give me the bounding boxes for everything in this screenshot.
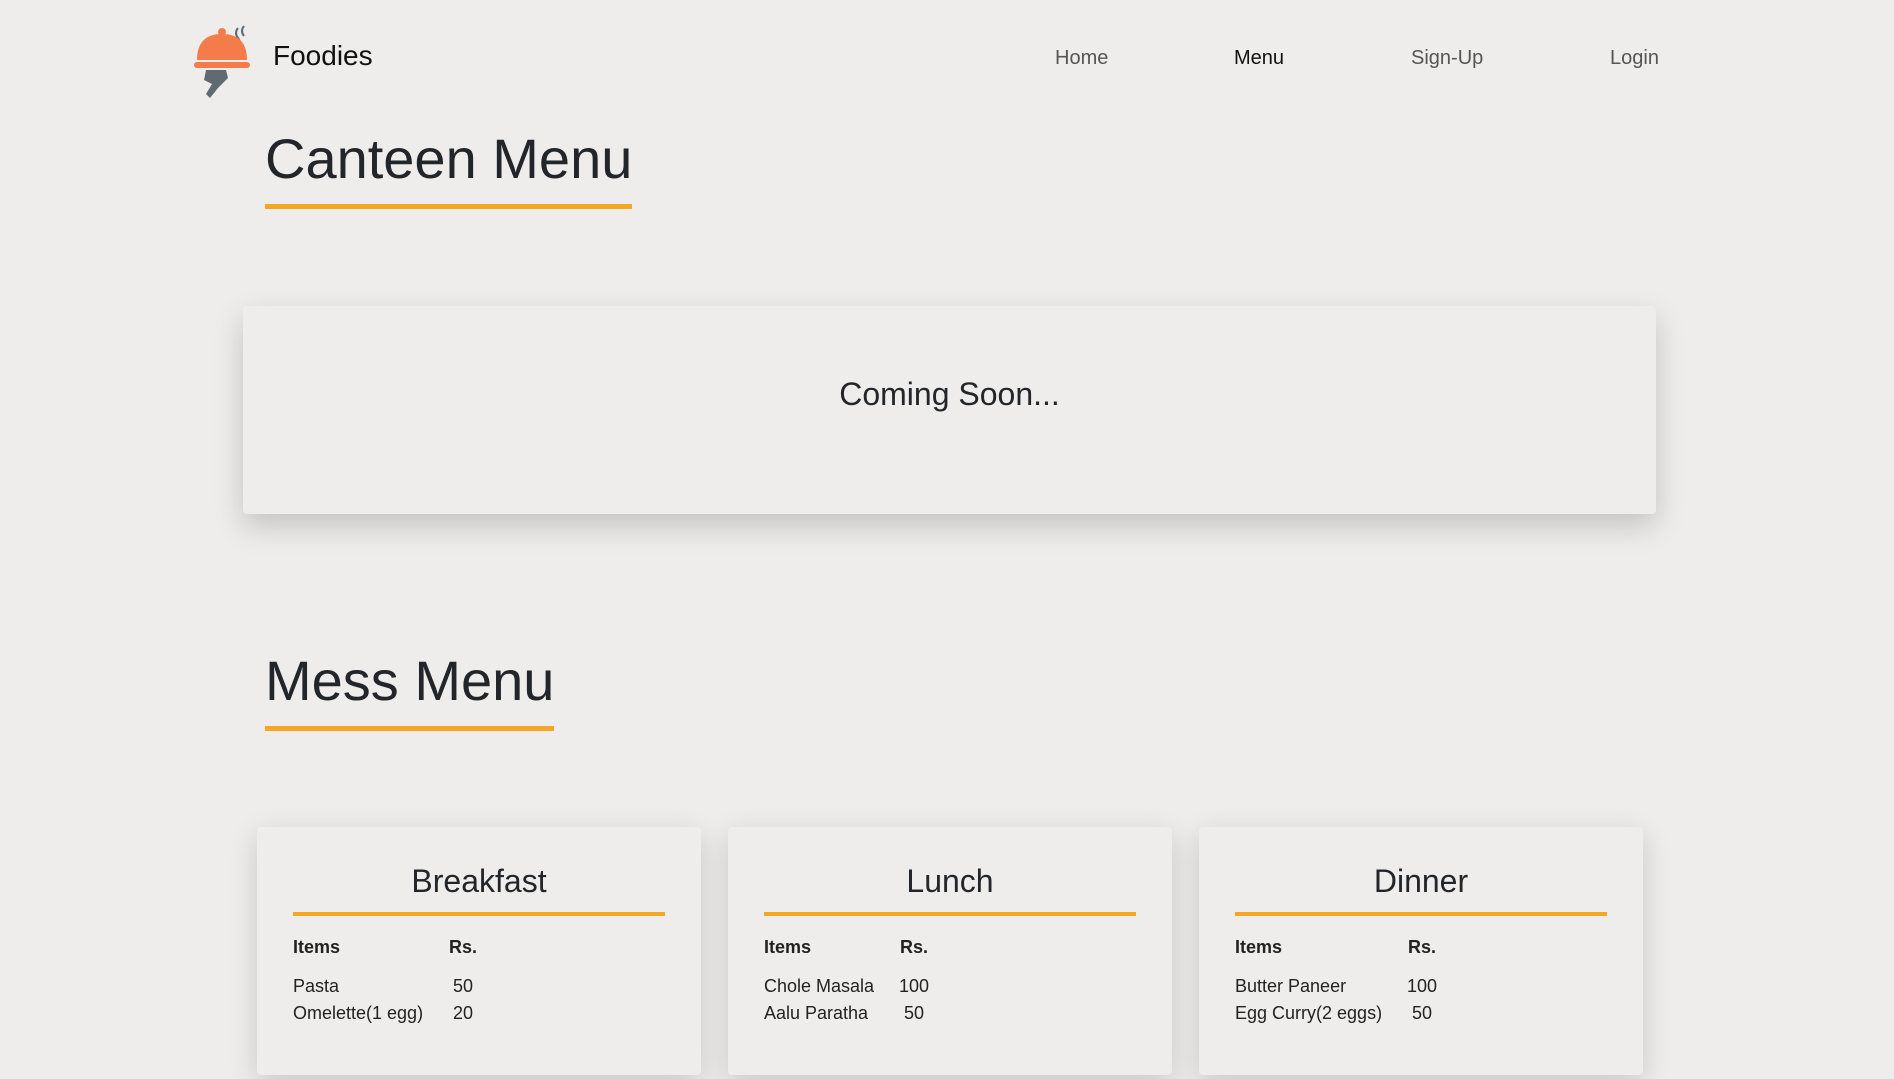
table-row: Butter Paneer 100 — [1235, 976, 1462, 1003]
breakfast-title: Breakfast — [293, 863, 665, 916]
item-price: 100 — [1407, 976, 1438, 996]
canteen-menu-card: Coming Soon... — [243, 306, 1656, 514]
dinner-card: Dinner Items Rs. Butter Paneer 100 Egg C… — [1199, 827, 1643, 1075]
breakfast-card: Breakfast Items Rs. Pasta 50 Omelette(1 … — [257, 827, 701, 1075]
table-row: Egg Curry(2 eggs) 50 — [1235, 1003, 1462, 1030]
table-row: Omelette(1 egg) 20 — [293, 1003, 503, 1030]
item-price: 100 — [899, 976, 930, 996]
mess-menu-heading: Mess Menu — [265, 650, 555, 731]
item-name: Omelette(1 egg) — [293, 1003, 424, 1023]
lunch-table: Items Rs. Chole Masala 100 Aalu Paratha … — [764, 937, 954, 1030]
price-column-header: Rs. — [449, 937, 478, 957]
lunch-title: Lunch — [764, 863, 1136, 916]
page: Foodies Home Menu Sign-Up Login Canteen … — [0, 0, 1894, 1079]
nav-login-link[interactable]: Login — [1610, 47, 1659, 70]
item-name: Chole Masala — [764, 976, 875, 996]
table-row: Pasta 50 — [293, 976, 503, 1003]
table-header-row: Items Rs. — [293, 937, 503, 976]
canteen-menu-heading: Canteen Menu — [265, 128, 633, 209]
item-name: Butter Paneer — [1235, 976, 1347, 996]
lunch-card: Lunch Items Rs. Chole Masala 100 Aalu Pa… — [728, 827, 1172, 1075]
item-price: 20 — [453, 1003, 474, 1023]
items-column-header: Items — [293, 937, 341, 957]
item-name: Egg Curry(2 eggs) — [1235, 1003, 1383, 1023]
nav-menu-link[interactable]: Menu — [1234, 47, 1284, 70]
price-column-header: Rs. — [900, 937, 929, 957]
item-price: 50 — [1412, 1003, 1433, 1023]
dinner-table: Items Rs. Butter Paneer 100 Egg Curry(2 … — [1235, 937, 1462, 1030]
table-row: Aalu Paratha 50 — [764, 1003, 954, 1030]
nav-signup-link[interactable]: Sign-Up — [1411, 47, 1483, 70]
breakfast-table: Items Rs. Pasta 50 Omelette(1 egg) 20 — [293, 937, 503, 1030]
table-header-row: Items Rs. — [1235, 937, 1462, 976]
nav-home-link[interactable]: Home — [1055, 47, 1108, 70]
table-header-row: Items Rs. — [764, 937, 954, 976]
items-column-header: Items — [764, 937, 812, 957]
price-column-header: Rs. — [1408, 937, 1437, 957]
item-name: Aalu Paratha — [764, 1003, 869, 1023]
item-price: 50 — [904, 1003, 925, 1023]
item-name: Pasta — [293, 976, 340, 996]
item-price: 50 — [453, 976, 474, 996]
brand-name[interactable]: Foodies — [273, 40, 373, 72]
items-column-header: Items — [1235, 937, 1283, 957]
coming-soon-text: Coming Soon... — [839, 376, 1060, 412]
dinner-title: Dinner — [1235, 863, 1607, 916]
table-row: Chole Masala 100 — [764, 976, 954, 1003]
foodies-logo-icon[interactable] — [192, 22, 252, 102]
